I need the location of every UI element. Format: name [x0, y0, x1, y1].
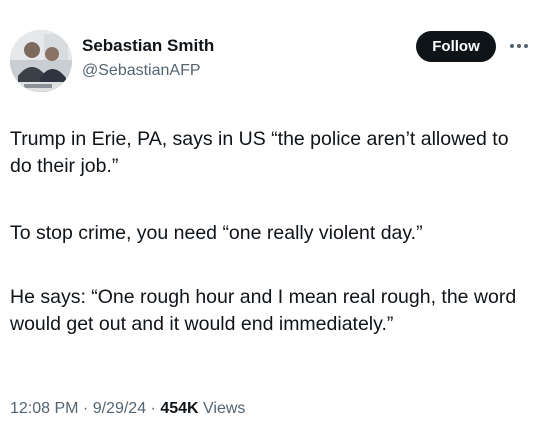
author-avatar[interactable]	[10, 30, 72, 92]
separator: ·	[146, 400, 161, 417]
more-horizontal-icon[interactable]	[508, 36, 530, 56]
follow-button[interactable]: Follow	[416, 31, 496, 62]
tweet-time[interactable]: 12:08 PM	[10, 400, 78, 417]
tweet-metadata: 12:08 PM · 9/29/24 · 454K Views	[10, 400, 245, 418]
separator: ·	[78, 400, 93, 417]
views-count[interactable]: 454K	[160, 400, 198, 417]
tweet-paragraph-3: He says: “One rough hour and I mean real…	[10, 286, 517, 335]
tweet-date[interactable]: 9/29/24	[93, 400, 146, 417]
profile-photo-icon	[10, 30, 72, 92]
tweet-paragraph-1: Trump in Erie, PA, says in US “the polic…	[10, 128, 509, 177]
views-label: Views	[198, 400, 246, 417]
author-display-name[interactable]: Sebastian Smith	[82, 36, 214, 56]
author-handle[interactable]: @SebastianAFP	[82, 62, 201, 80]
tweet-paragraph-2: To stop crime, you need “one really viol…	[10, 222, 423, 244]
tweet-card: Sebastian Smith @SebastianAFP Follow Tru…	[0, 0, 540, 434]
